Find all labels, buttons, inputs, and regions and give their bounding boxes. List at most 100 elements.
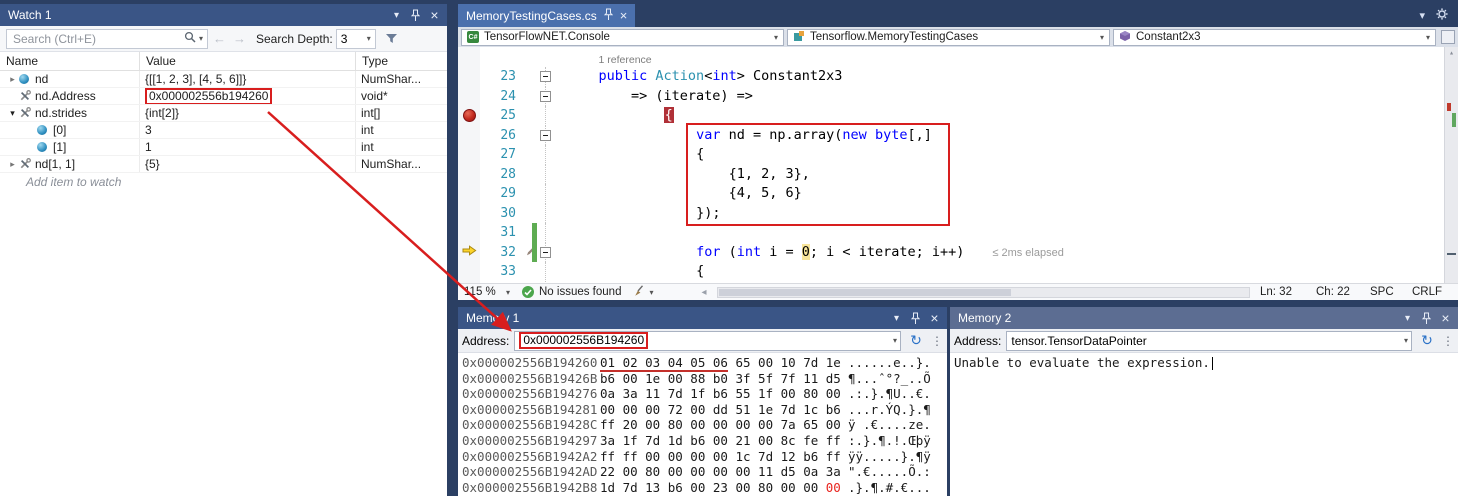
eol-indicator[interactable]: CRLF — [1412, 286, 1450, 298]
scrollbar-thumb[interactable] — [719, 289, 1011, 296]
watch-value: 1 — [145, 140, 152, 154]
breakpoint-margin[interactable] — [458, 67, 480, 87]
pin-icon[interactable] — [907, 310, 924, 326]
memory-row: 0x000002556B1942973a 1f 7d 1d b6 00 21 0… — [462, 433, 947, 449]
watch-row[interactable]: ▸nd[1, 1]{5}NumShar... — [0, 156, 447, 173]
breakpoint-scroll-mark — [1447, 103, 1451, 111]
window-position-chevron-icon[interactable]: ▾ — [388, 7, 405, 23]
toolbar-overflow-icon[interactable]: ⋮ — [931, 334, 943, 348]
breakpoint-margin[interactable] — [458, 204, 480, 224]
editor-navigation-bar: C# TensorFlowNET.Console ▾ Tensorflow.Me… — [458, 27, 1458, 47]
memory2-titlebar[interactable]: Memory 2 ▾ × — [950, 307, 1458, 329]
expander-icon[interactable]: ▾ — [6, 108, 19, 119]
memory-row: 0x000002556B19426001 02 03 04 05 06 65 0… — [462, 355, 947, 371]
add-watch-item-row[interactable]: Add item to watch — [0, 173, 447, 190]
breakpoint-margin[interactable] — [458, 106, 480, 126]
watch-type: int — [356, 139, 447, 155]
window-position-chevron-icon[interactable]: ▾ — [1399, 310, 1416, 326]
breakpoint-icon[interactable] — [463, 109, 476, 122]
chevron-down-icon[interactable]: ▾ — [1404, 336, 1408, 345]
refresh-icon[interactable]: ↻ — [1417, 332, 1437, 349]
pin-icon[interactable] — [407, 7, 424, 23]
search-icon[interactable] — [184, 30, 196, 48]
close-icon[interactable]: × — [926, 310, 943, 326]
watch-value: 0x000002556b194260 — [145, 88, 272, 104]
breakpoint-margin[interactable] — [458, 184, 480, 204]
code-line: 26var nd = np.array(new byte[,] — [458, 126, 1458, 146]
search-input[interactable] — [13, 32, 181, 46]
refresh-icon[interactable]: ↻ — [906, 332, 926, 349]
column-header-value[interactable]: Value — [140, 52, 356, 70]
watch-row[interactable]: ▸nd.Address0x000002556b194260void* — [0, 88, 447, 105]
scroll-up-icon[interactable]: ▴ — [1445, 48, 1458, 57]
code-lines: 1 reference23public Action<int> Constant… — [458, 51, 1458, 282]
watch-row[interactable]: ▾nd.strides{int[2]}int[] — [0, 105, 447, 122]
address-label: Address: — [462, 334, 509, 348]
line-number: 28 — [480, 165, 526, 185]
search-prev-icon[interactable]: ← — [211, 31, 228, 46]
memory1-address-input[interactable]: 0x000002556B194260 ▾ — [514, 331, 901, 351]
fold-collapse-icon[interactable] — [540, 247, 551, 258]
code-editor[interactable]: 1 reference23public Action<int> Constant… — [458, 47, 1458, 283]
window-position-chevron-icon[interactable]: ▾ — [888, 310, 905, 326]
column-header-name[interactable]: Name — [0, 52, 140, 70]
close-icon[interactable]: × — [620, 8, 628, 23]
chevron-down-icon[interactable]: ▾ — [1419, 9, 1425, 22]
memory2-content[interactable]: Unable to evaluate the expression. — [950, 353, 1458, 496]
memory2-panel: Memory 2 ▾ × Address: tensor.TensorDataP… — [950, 307, 1458, 496]
spaces-indicator[interactable]: SPC — [1370, 286, 1404, 298]
project-dropdown[interactable]: C# TensorFlowNET.Console ▾ — [461, 29, 784, 46]
search-next-icon[interactable]: → — [231, 31, 248, 46]
member-dropdown[interactable]: Constant2x3 ▾ — [1113, 29, 1436, 46]
breakpoint-margin[interactable] — [458, 223, 480, 243]
breakpoint-margin[interactable] — [458, 87, 480, 107]
vertical-scrollbar[interactable]: ▴ — [1444, 47, 1458, 283]
horizontal-scrollbar[interactable] — [717, 287, 1250, 298]
changes-scroll-mark — [1452, 113, 1456, 127]
line-number: 30 — [480, 204, 526, 224]
chevron-down-icon[interactable]: ▾ — [893, 336, 897, 345]
fold-collapse-icon[interactable] — [540, 71, 551, 82]
gear-icon[interactable] — [1436, 8, 1448, 23]
filter-icon[interactable] — [385, 33, 398, 45]
watch-row[interactable]: ▸[0]3int — [0, 122, 447, 139]
column-header-type[interactable]: Type — [356, 52, 447, 70]
close-icon[interactable]: × — [1437, 310, 1454, 326]
breakpoint-margin[interactable] — [458, 145, 480, 165]
breakpoint-margin[interactable] — [458, 262, 480, 282]
watch-titlebar[interactable]: Watch 1 ▾ × — [0, 4, 447, 26]
tab-memorytestingcases[interactable]: MemoryTestingCases.cs × — [458, 4, 635, 27]
project-dropdown-value: TensorFlowNET.Console — [484, 31, 610, 43]
issues-indicator[interactable]: No issues found — [522, 286, 621, 298]
csharp-project-icon: C# — [467, 31, 479, 43]
search-depth-select[interactable]: 3 ▾ — [336, 29, 376, 49]
memory-row: 0x000002556B1942760a 3a 11 7d 1f b6 55 1… — [462, 386, 947, 402]
expander-icon[interactable]: ▸ — [6, 74, 19, 85]
type-dropdown[interactable]: Tensorflow.MemoryTestingCases ▾ — [787, 29, 1110, 46]
watch-row[interactable]: ▸nd{[[1, 2, 3], [4, 5, 6]]}NumShar... — [0, 71, 447, 88]
navbar-options-icon[interactable] — [1441, 30, 1455, 44]
pin-icon[interactable] — [1418, 310, 1435, 326]
pin-icon[interactable] — [604, 8, 613, 24]
watch-row[interactable]: ▸[1]1int — [0, 139, 447, 156]
breakpoint-margin[interactable] — [458, 243, 480, 263]
close-icon[interactable]: × — [426, 7, 443, 23]
code-line: 33{ — [458, 262, 1458, 282]
memory2-error-message: Unable to evaluate the expression. — [954, 355, 1210, 370]
search-options-chevron-icon[interactable]: ▾ — [199, 34, 203, 43]
code-cleanup-button[interactable]: ▾ — [633, 285, 653, 300]
search-depth-label: Search Depth: — [256, 32, 333, 46]
memory1-panel: Memory 1 ▾ × Address: 0x000002556B194260… — [458, 307, 947, 496]
memory1-titlebar[interactable]: Memory 1 ▾ × — [458, 307, 947, 329]
codelens-references[interactable]: 1 reference — [599, 54, 652, 66]
expander-icon[interactable]: ▸ — [6, 159, 19, 170]
scroll-left-icon[interactable]: ◂ — [701, 287, 706, 298]
memory2-address-input[interactable]: tensor.TensorDataPointer ▾ — [1006, 331, 1412, 351]
breakpoint-margin[interactable] — [458, 126, 480, 146]
zoom-select[interactable]: 115 % ▾ — [460, 286, 514, 298]
toolbar-overflow-icon[interactable]: ⋮ — [1442, 334, 1454, 348]
fold-collapse-icon[interactable] — [540, 130, 551, 141]
breakpoint-margin[interactable] — [458, 165, 480, 185]
memory1-content[interactable]: 0x000002556B19426001 02 03 04 05 06 65 0… — [458, 353, 947, 496]
fold-collapse-icon[interactable] — [540, 91, 551, 102]
